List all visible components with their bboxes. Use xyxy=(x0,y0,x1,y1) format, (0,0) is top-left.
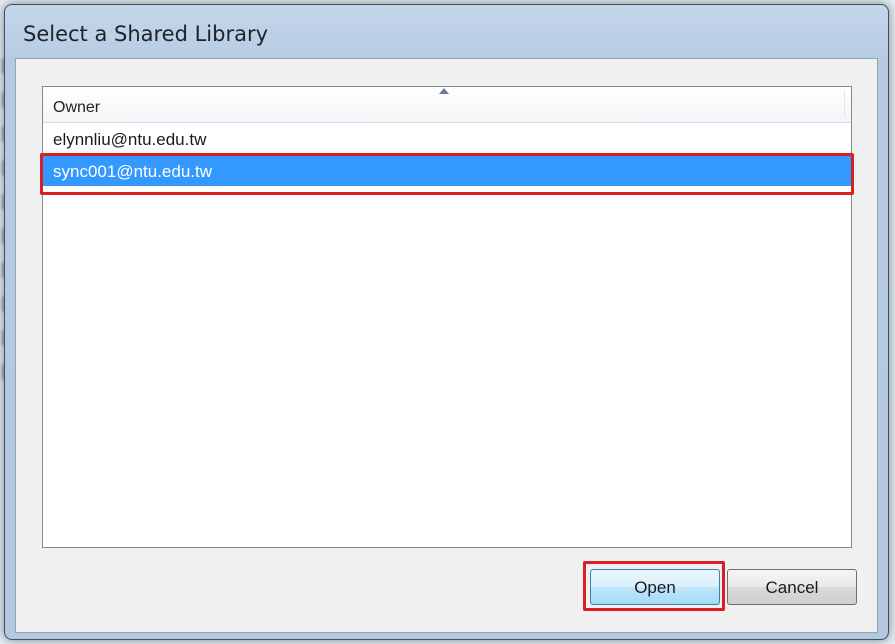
owner-list[interactable]: Owner elynnliu@ntu.edu.tw sync001@ntu.ed… xyxy=(40,86,854,548)
select-shared-library-dialog: Select a Shared Library Owner elynnliu@n… xyxy=(4,4,889,640)
list-item[interactable]: elynnliu@ntu.edu.tw xyxy=(43,124,851,154)
owner-column-header[interactable]: Owner xyxy=(43,87,851,123)
list-item-selected[interactable]: sync001@ntu.edu.tw xyxy=(40,153,854,195)
sort-ascending-icon xyxy=(439,88,449,94)
column-divider xyxy=(844,90,845,118)
owner-column-label: Owner xyxy=(53,99,101,116)
list-item-owner: elynnliu@ntu.edu.tw xyxy=(53,130,207,149)
cancel-button[interactable]: Cancel xyxy=(727,569,857,605)
selection-highlight-box xyxy=(40,153,854,195)
dialog-client-area: Owner elynnliu@ntu.edu.tw sync001@ntu.ed… xyxy=(15,58,878,633)
dialog-title: Select a Shared Library xyxy=(23,22,269,46)
open-button-highlight-box xyxy=(583,561,725,611)
